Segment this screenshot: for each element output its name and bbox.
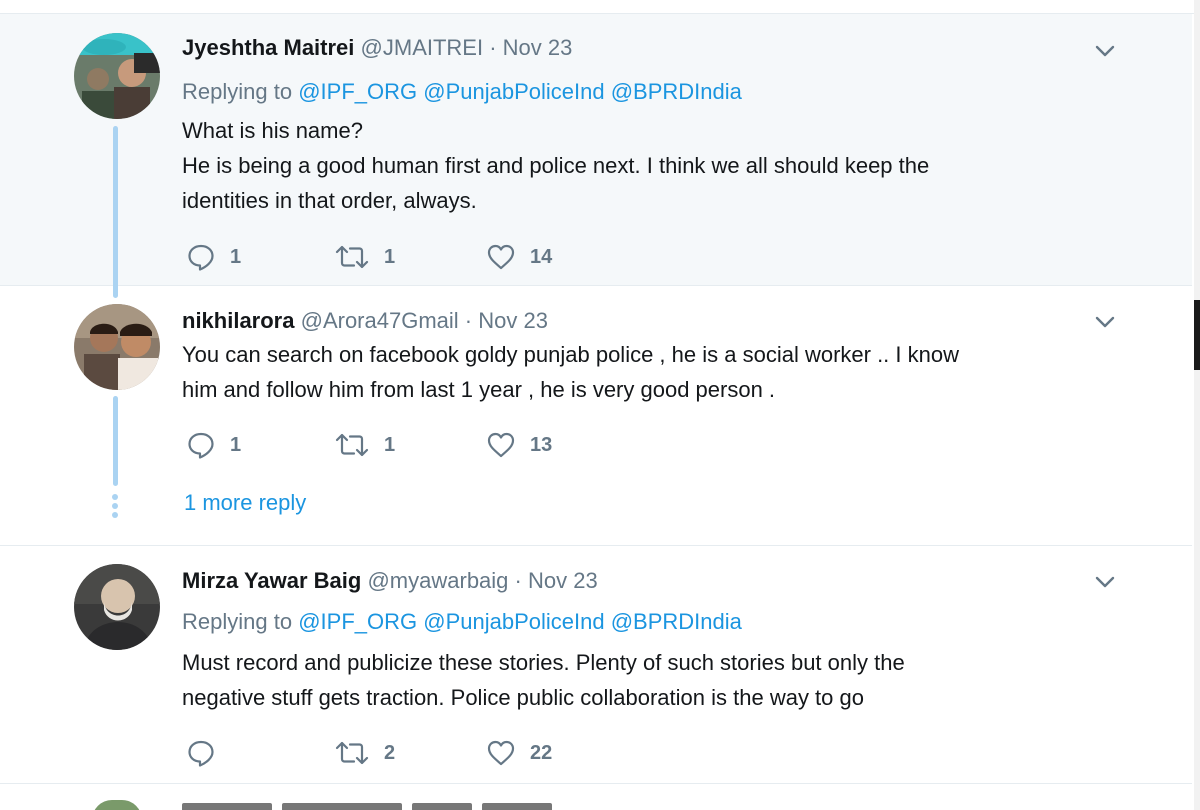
mention-link[interactable]: @IPF_ORG [298,79,417,104]
avatar-nikhilarora[interactable] [74,304,160,390]
tweet-date[interactable]: Nov 23 [478,308,548,333]
retweet-count: 1 [384,433,396,456]
tweet-text-line: identities in that order, always. [182,188,477,213]
more-replies-dots [112,494,120,521]
tweet-text: You can search on facebook goldy punjab … [182,337,1142,407]
reply-button[interactable] [186,738,230,768]
retweet-icon [335,741,369,765]
thread-line [113,396,118,486]
more-replies-link[interactable]: 1 more reply [184,490,306,516]
replying-to: Replying to @IPF_ORG @PunjabPoliceInd @B… [182,609,742,635]
replying-to: Replying to @IPF_ORG @PunjabPoliceInd @B… [182,79,742,105]
tweet-text-line: him and follow him from last 1 year , he… [182,377,776,402]
scrollbar-track[interactable] [1194,0,1200,810]
reply-button[interactable]: 1 [186,430,241,460]
heart-icon [487,432,515,458]
tweet-date[interactable]: Nov 23 [503,35,573,60]
reply-count: 1 [230,245,242,268]
retweet-button[interactable]: 1 [334,242,395,272]
like-count: 22 [530,741,553,764]
scrollbar-thumb[interactable] [1194,300,1200,370]
retweet-button[interactable]: 1 [334,430,395,460]
retweet-icon [335,433,369,457]
tweet-text-line: You can search on facebook goldy punjab … [182,342,959,367]
reply-icon [188,432,214,459]
reply-icon [188,740,214,767]
chevron-down-icon[interactable] [1092,309,1118,335]
author-name[interactable]: nikhilarora [182,308,294,333]
mention-link[interactable]: @BPRDIndia [611,609,742,634]
avatar-mirza[interactable] [74,564,160,650]
mention-link[interactable]: @PunjabPoliceInd [423,609,604,634]
like-count: 13 [530,433,553,456]
separator-dot: · [514,568,522,593]
next-tweet-header-peek [182,800,622,810]
retweet-count: 1 [384,245,396,268]
tweet-text-line: What is his name? [182,118,363,143]
retweet-button[interactable]: 2 [334,738,395,768]
tweet-header: nikhilarora @Arora47Gmail · Nov 23 [182,308,548,334]
like-button[interactable]: 14 [486,242,552,272]
replying-label: Replying to [182,79,293,104]
reply-button[interactable]: 1 [186,242,241,272]
author-handle[interactable]: @Arora47Gmail [301,308,459,333]
mention-link[interactable]: @IPF_ORG [298,609,417,634]
replying-label: Replying to [182,609,293,634]
next-tweet-avatar[interactable] [92,800,142,810]
reply-icon [188,244,214,271]
separator-dot: · [464,308,473,333]
tweet-header: Jyeshtha Maitrei @JMAITREI · Nov 23 [182,35,572,61]
heart-icon [487,244,515,270]
tweet-2[interactable] [0,286,1192,546]
author-name[interactable]: Mirza Yawar Baig [182,568,361,593]
like-count: 14 [530,245,553,268]
tweet-text: Must record and publicize these stories.… [182,645,1142,715]
chevron-down-icon[interactable] [1092,38,1118,64]
heart-icon [487,740,515,766]
author-handle[interactable]: @JMAITREI [361,35,484,60]
top-strip [0,0,1200,14]
thread-line [113,126,118,298]
tweet-text-line: negative stuff gets traction. Police pub… [182,685,864,710]
author-name[interactable]: Jyeshtha Maitrei [182,35,354,60]
tweet-header: Mirza Yawar Baig @myawarbaig · Nov 23 [182,568,598,594]
separator-dot: · [489,35,497,60]
mention-link[interactable]: @BPRDIndia [611,79,742,104]
tweet-text-line: He is being a good human first and polic… [182,153,930,178]
tweet-text: What is his name? He is being a good hum… [182,113,1142,218]
retweet-icon [335,245,369,269]
retweet-count: 2 [384,741,396,764]
tweet-text-line: Must record and publicize these stories.… [182,650,905,675]
chevron-down-icon[interactable] [1092,569,1118,595]
like-button[interactable]: 22 [486,738,552,768]
tweet-date[interactable]: Nov 23 [528,568,598,593]
author-handle[interactable]: @myawarbaig [367,568,508,593]
avatar-jyeshtha[interactable] [74,33,160,119]
reply-count: 1 [230,433,242,456]
like-button[interactable]: 13 [486,430,552,460]
mention-link[interactable]: @PunjabPoliceInd [423,79,604,104]
